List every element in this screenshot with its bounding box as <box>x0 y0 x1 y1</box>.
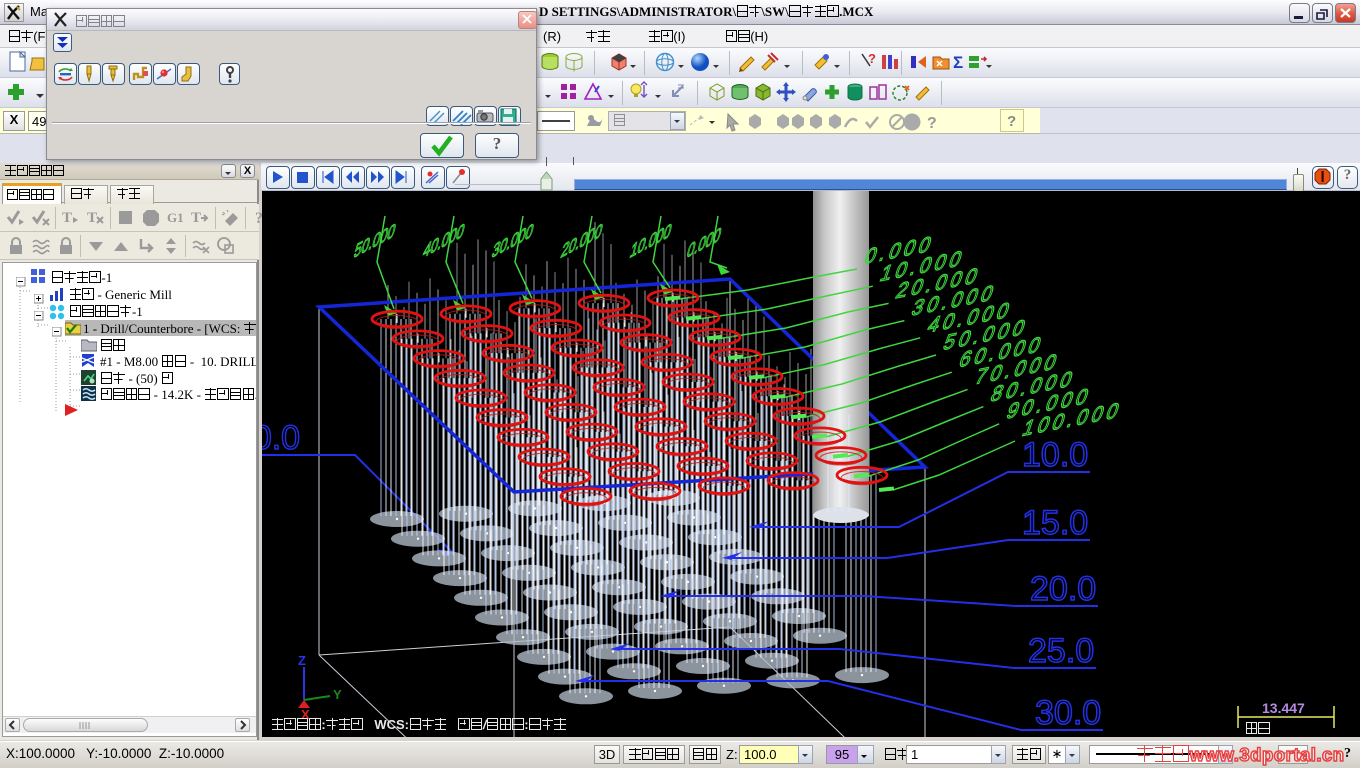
svg-text:10.0: 10.0 <box>1022 436 1088 474</box>
svg-text:40.000: 40.000 <box>421 219 467 263</box>
svg-text:Z: Z <box>298 653 306 668</box>
svg-text:?: ? <box>1007 113 1016 130</box>
svg-text:0.000: 0.000 <box>685 223 724 263</box>
svg-text:?: ? <box>927 115 937 132</box>
svg-text:T: T <box>87 210 97 226</box>
svg-text:20.0: 20.0 <box>1030 570 1096 608</box>
svg-text:15.0: 15.0 <box>1022 504 1088 542</box>
svg-text:Y: Y <box>333 687 342 702</box>
svg-text:T: T <box>191 210 201 226</box>
svg-text:20.000: 20.000 <box>559 219 605 263</box>
svg-text:Σ: Σ <box>953 53 963 72</box>
svg-text:T: T <box>62 210 72 226</box>
svg-text:13.447: 13.447 <box>1262 700 1305 716</box>
svg-text:30.0: 30.0 <box>1035 694 1101 732</box>
svg-text:25.0: 25.0 <box>1028 632 1094 670</box>
svg-text:?: ? <box>868 51 876 66</box>
svg-text:50.000: 50.000 <box>352 219 398 263</box>
svg-text:100.0: 100.0 <box>262 419 300 457</box>
svg-text:30.000: 30.000 <box>490 219 536 263</box>
svg-text:G1: G1 <box>167 210 184 225</box>
svg-text:10.000: 10.000 <box>628 219 674 263</box>
